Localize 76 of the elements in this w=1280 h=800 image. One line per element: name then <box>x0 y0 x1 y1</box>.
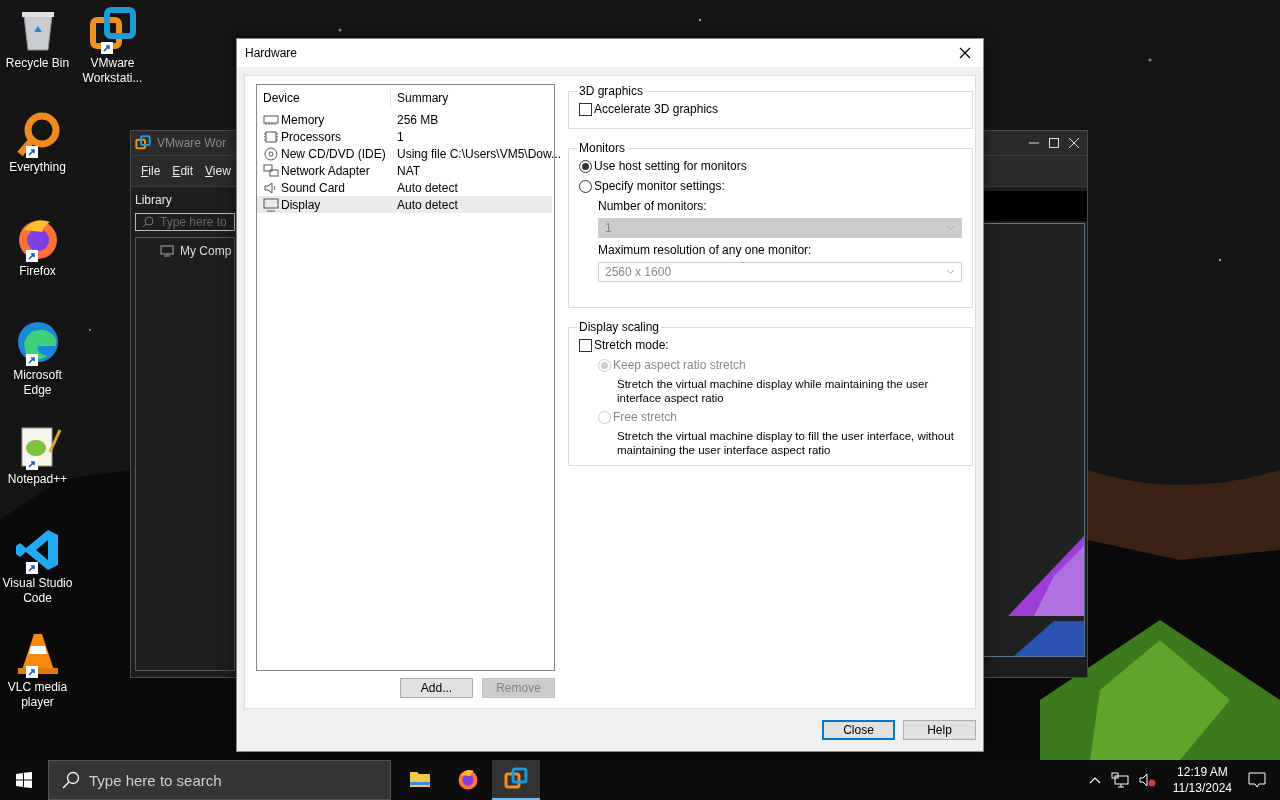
device-summary: 1 <box>396 129 405 144</box>
speaker-icon <box>263 180 279 195</box>
fox-globe-icon[interactable] <box>456 767 480 791</box>
device-summary: Using file C:\Users\VM5\Dow... <box>396 146 562 161</box>
chevron-up-icon[interactable] <box>1088 776 1101 784</box>
caret-icon <box>946 225 955 231</box>
search-icon <box>62 771 80 789</box>
dialog-button[interactable]: Help <box>903 720 976 740</box>
device-row[interactable]: Processors 1 <box>257 128 552 145</box>
search-field[interactable]: Type here to search <box>48 760 391 800</box>
radio-label[interactable]: Use host setting for monitors <box>594 159 747 173</box>
device-summary: NAT <box>396 163 422 178</box>
desktop-icon-label[interactable]: Firefox <box>0 264 75 279</box>
add-button[interactable]: Add... <box>400 678 473 698</box>
device-name: Sound Card <box>281 180 346 195</box>
network-icon <box>263 163 279 178</box>
device-name: Memory <box>281 112 325 127</box>
monitor-icon <box>263 197 279 212</box>
field-label: Number of monitors: <box>598 199 708 213</box>
device-row[interactable]: Memory 256 MB <box>257 111 552 128</box>
chip-icon <box>263 129 279 144</box>
desktop-icon-label[interactable]: Recycle Bin <box>0 56 75 71</box>
menu-item[interactable]: View <box>205 164 231 178</box>
muted-speaker-icon[interactable] <box>1138 772 1157 788</box>
maximize-icon[interactable] <box>1049 138 1059 148</box>
device-name: Display <box>281 197 321 212</box>
dialog-button[interactable]: Close <box>822 720 895 740</box>
column-header[interactable]: Device <box>257 89 391 108</box>
group-title: 3D graphics <box>578 84 645 98</box>
desktop-icon-label[interactable]: VLC media player <box>0 680 75 710</box>
desktop-icon-label[interactable]: Visual Studio Code <box>0 576 75 606</box>
notification-icon[interactable] <box>1248 772 1266 788</box>
close-icon <box>959 47 971 59</box>
group-title: Monitors <box>578 141 626 155</box>
disc-icon <box>263 146 279 161</box>
search-icon <box>142 216 154 228</box>
device-name: Network Adapter <box>281 163 370 178</box>
library-label: Library <box>135 193 173 207</box>
desktop-icon-label[interactable]: Everything <box>0 160 75 175</box>
caret-icon <box>946 269 955 275</box>
device-row[interactable]: Network Adapter NAT <box>257 162 552 179</box>
menu-item[interactable]: Edit <box>172 164 194 178</box>
windows-logo-icon <box>16 772 32 788</box>
field-label: Maximum resolution of any one monitor: <box>598 243 813 257</box>
desktop-icon-label[interactable]: VMware Workstati... <box>75 56 150 86</box>
monitor-icon <box>160 245 174 257</box>
device-row[interactable]: Display Auto detect <box>257 196 552 213</box>
clock-button[interactable]: 12:19 AM 11/13/2024 <box>1166 765 1238 795</box>
network-icon[interactable] <box>1110 772 1129 788</box>
device-summary: Auto detect <box>396 180 459 195</box>
window-title: VMware Wor <box>157 136 227 150</box>
device-name: New CD/DVD (IDE) <box>281 146 386 161</box>
checkbox-label[interactable]: Accelerate 3D graphics <box>594 102 719 116</box>
option-description: Stretch the virtual machine display to fill the user interface, without maintaining the user interface aspect ratio <box>616 429 955 457</box>
desktop-icon-label[interactable]: Notepad++ <box>0 472 75 487</box>
menu-item[interactable]: File <box>141 164 161 178</box>
overlapping-squares-icon[interactable] <box>135 135 151 151</box>
device-name: Processors <box>281 129 342 144</box>
device-summary: Auto detect <box>396 197 459 212</box>
radio-label[interactable]: Specify monitor settings: <box>594 179 725 193</box>
radio-button[interactable] <box>579 179 592 193</box>
group-title: Display scaling <box>578 320 661 334</box>
device-row[interactable]: Sound Card Auto detect <box>257 179 552 196</box>
column-header[interactable]: Summary <box>391 89 554 108</box>
dialog-title: Hardware <box>245 46 298 60</box>
checkbox[interactable] <box>579 102 592 116</box>
device-summary: 256 MB <box>396 112 440 127</box>
close-icon[interactable] <box>1069 138 1079 148</box>
memory-chip-icon <box>263 113 279 126</box>
option-description: Stretch the virtual machine display while maintaining the user interface aspect ratio <box>616 377 930 405</box>
taskbar-app-button[interactable] <box>492 760 540 800</box>
desktop-icon-label[interactable]: Microsoft Edge <box>0 368 75 398</box>
checkbox[interactable] <box>579 338 592 352</box>
tree-item[interactable]: My Comp <box>180 244 232 258</box>
radio-button[interactable] <box>579 159 592 173</box>
checkbox-label[interactable]: Stretch mode: <box>594 338 669 352</box>
